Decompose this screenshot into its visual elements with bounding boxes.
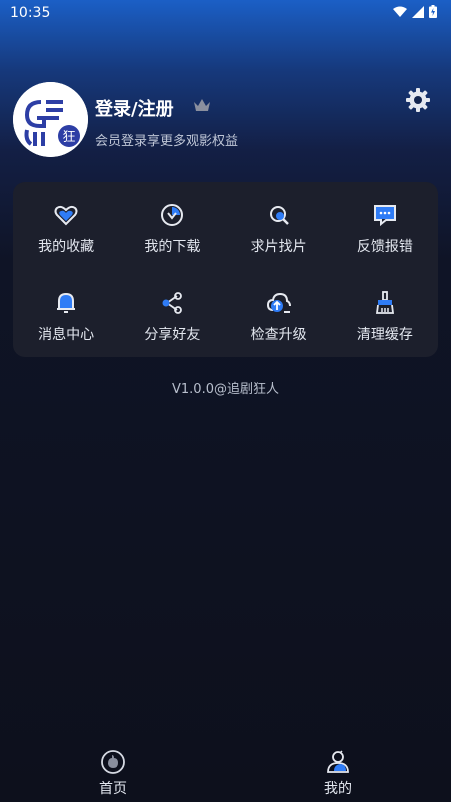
cloud-upgrade-icon [266, 290, 292, 316]
nav-mine-label: 我的 [324, 781, 352, 797]
broom-icon [372, 290, 398, 316]
status-bar: 10:35 [0, 0, 451, 26]
profile-icon [325, 749, 351, 775]
download-icon [159, 202, 185, 228]
settings-gear-icon[interactable] [405, 87, 431, 113]
grid-item-downloads[interactable]: 我的下载 [119, 182, 225, 270]
nav-home-label: 首页 [99, 781, 127, 797]
avatar[interactable]: 狂 [13, 82, 88, 157]
status-time: 10:35 [10, 5, 51, 21]
login-register-link[interactable]: 登录/注册 [95, 95, 174, 121]
feature-grid: 我的收藏 我的下载 求片找片 反馈报错 消息中心 分享好友 检查升级 清理缓存 [13, 182, 438, 357]
grid-item-label: 我的收藏 [38, 239, 95, 255]
bottom-nav: 首页 我的 [0, 745, 451, 802]
grid-item-favorites[interactable]: 我的收藏 [13, 182, 119, 270]
svg-text:狂: 狂 [62, 130, 75, 145]
grid-item-request-film[interactable]: 求片找片 [226, 182, 332, 270]
grid-item-share[interactable]: 分享好友 [119, 270, 225, 358]
member-subtitle: 会员登录享更多观影权益 [95, 134, 239, 149]
grid-item-clear-cache[interactable]: 清理缓存 [332, 270, 438, 358]
heart-icon [53, 202, 79, 228]
grid-item-feedback[interactable]: 反馈报错 [332, 182, 438, 270]
nav-mine[interactable]: 我的 [298, 749, 378, 798]
version-text: V1.0.0@追剧狂人 [172, 382, 279, 397]
feedback-icon [372, 202, 398, 228]
crown-icon [193, 98, 211, 117]
share-icon [159, 290, 185, 316]
profile-header[interactable]: 狂 登录/注册 会员登录享更多观影权益 [13, 82, 438, 158]
grid-item-label: 我的下载 [144, 239, 201, 255]
app-logo-icon: 狂 [13, 82, 88, 157]
wifi-icon [393, 6, 407, 18]
grid-item-label: 检查升级 [250, 326, 307, 343]
grid-item-check-update[interactable]: 检查升级 [226, 270, 332, 358]
bell-icon [53, 290, 79, 316]
grid-item-label: 清理缓存 [356, 326, 413, 343]
grid-item-label: 反馈报错 [356, 239, 413, 255]
nav-home[interactable]: 首页 [73, 749, 153, 798]
grid-item-label: 分享好友 [144, 326, 201, 343]
signal-icon [412, 5, 424, 18]
home-icon [100, 749, 126, 775]
grid-item-label: 消息中心 [38, 326, 95, 343]
battery-icon [429, 5, 437, 18]
grid-item-messages[interactable]: 消息中心 [13, 270, 119, 358]
grid-item-label: 求片找片 [250, 239, 307, 255]
search-film-icon [266, 202, 292, 228]
